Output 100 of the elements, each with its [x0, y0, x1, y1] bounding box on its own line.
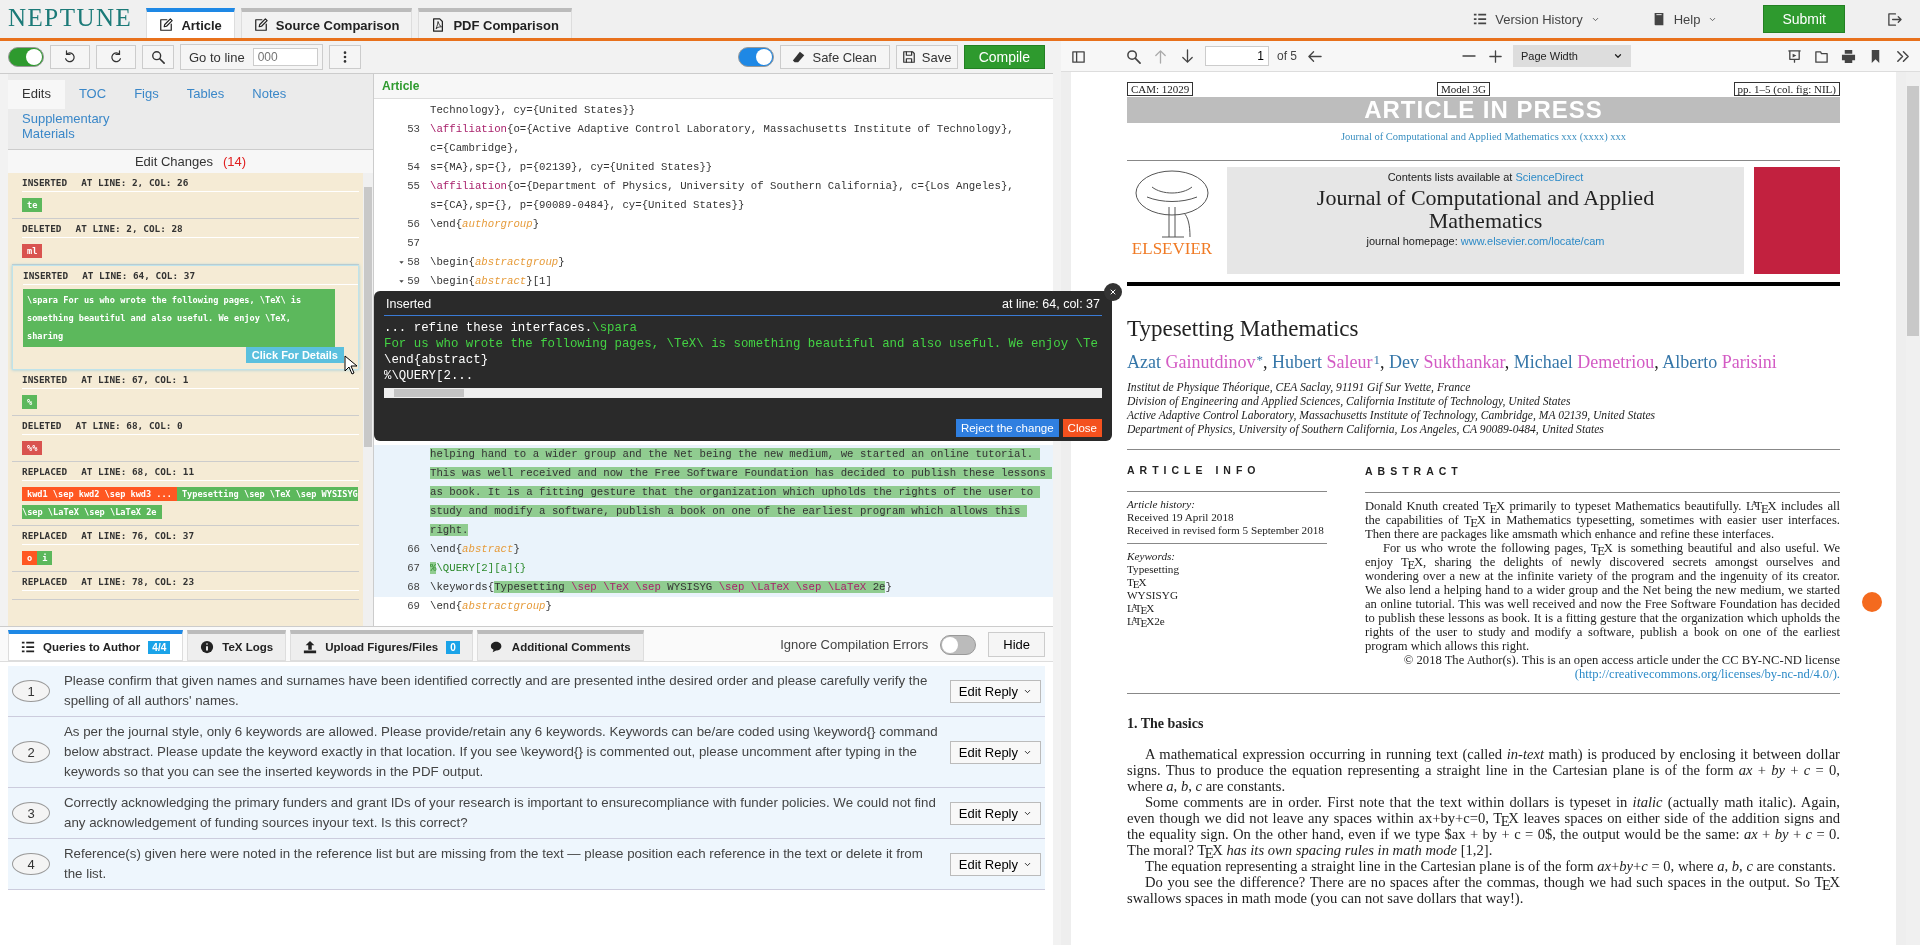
- homepage-line: journal homepage: www.elsevier.com/locate/cam: [1365, 235, 1606, 247]
- change-item[interactable]: INSERTED AT LINE: 2, COL: 26 te: [12, 173, 359, 219]
- publisher-name: ELSEVIER: [1131, 239, 1213, 259]
- change-item[interactable]: REPLACED AT LINE: 68, COL: 11 kwd1 \sep kwd2 \sep kwd3 ... Typesetting \sep \TeX \sep WYSISYG \sep \LaTeX \sep \LaTeX 2e: [12, 462, 359, 526]
- hide-button[interactable]: Hide: [988, 632, 1045, 657]
- line-number: 69: [407, 599, 420, 614]
- search-icon: [151, 50, 165, 64]
- comments-icon: [489, 640, 504, 654]
- license-link[interactable]: (http://creativecommons.org/licenses/by-nc-nd/4.0/).: [1574, 667, 1840, 681]
- line-number: 58: [407, 255, 420, 270]
- ignore-errors-label: Ignore Compilation Errors: [780, 637, 929, 652]
- affiliation: Department of Physics, University of Southern California, Los Angeles, CA 90089-0484, United States: [1127, 423, 1605, 437]
- panel-tab[interactable]: Additional Comments: [476, 630, 644, 661]
- pdf-file-icon: [431, 18, 446, 32]
- change-text: ml: [22, 244, 43, 258]
- line-number: 54: [407, 160, 420, 175]
- compile-button[interactable]: Compile: [963, 45, 1045, 69]
- history-label: Article history:: [1127, 498, 1197, 511]
- line-number: 53: [407, 122, 420, 137]
- printer-icon: [1841, 48, 1856, 64]
- code-line: For us who wrote the following pages, \TeX\ is something beautiful and also useful. We enjoy \Te: [384, 336, 1099, 352]
- fold-icon[interactable]: [398, 278, 406, 285]
- scrollbar[interactable]: [384, 388, 1102, 398]
- safe-clean-button[interactable]: Safe Clean: [779, 45, 890, 69]
- zoom-select[interactable]: Page Width: [1513, 45, 1631, 67]
- code-line: \affiliation{o={Department of Physics, University of Southern California}, c={Los Angeles}, s={CA},sp={}, p={90089-0484}, cy={United States}}: [430, 179, 1015, 213]
- toggle-switch[interactable]: [737, 47, 774, 67]
- document-tab[interactable]: Article: [146, 8, 235, 38]
- line-number: 56: [407, 217, 420, 232]
- edit-reply-button[interactable]: Edit Reply: [949, 852, 1041, 876]
- line-number: 66: [407, 542, 420, 557]
- code-line: \begin{abstract}[1]: [430, 274, 553, 289]
- change-type: REPLACED: [22, 576, 68, 587]
- panel-tab[interactable]: TeX Logs: [187, 630, 287, 661]
- change-type: INSERTED: [22, 177, 68, 188]
- line-number: 57: [407, 236, 420, 251]
- annotation-marker[interactable]: [1862, 592, 1882, 612]
- page-number-field[interactable]: 1: [1205, 46, 1269, 66]
- change-text: te: [22, 198, 43, 212]
- affiliation: Institut de Physique Théorique, CEA Saclay, 91191 Gif Sur Yvette, France: [1127, 381, 1472, 395]
- undo-button[interactable]: [50, 45, 90, 69]
- document-tab[interactable]: PDF Comparison: [418, 8, 572, 38]
- arrow-left-icon: [1307, 48, 1322, 64]
- scrollbar[interactable]: [363, 173, 373, 626]
- panel-tab[interactable]: Queries to Author 4/4: [8, 630, 184, 661]
- edit-icon: [159, 18, 174, 32]
- code-line: \end{abstract}: [430, 542, 521, 557]
- edit-reply-button[interactable]: Edit Reply: [949, 801, 1041, 825]
- menu-button[interactable]: Version History: [1467, 10, 1606, 28]
- folder-icon: [1814, 48, 1829, 64]
- affiliation: Division of Engineering and Applied Sciences, California Institute of Technology, United States: [1127, 395, 1572, 409]
- change-position: AT LINE: 2, COL: 28: [75, 223, 183, 234]
- count-badge: 0: [446, 640, 460, 654]
- code-line: \end{abstract}: [384, 352, 490, 368]
- query-text: Correctly acknowledging the primary funders and grant IDs of your research is important to ensurecompliance with funder policies. We could not find any acknowledgement of funding sources inyour text. Is this correct?: [64, 794, 937, 832]
- edit-reply-button[interactable]: Edit Reply: [949, 740, 1041, 764]
- search-button[interactable]: [142, 45, 174, 69]
- redo-button[interactable]: [96, 45, 136, 69]
- change-item[interactable]: DELETED AT LINE: 68, COL: 0 %%: [12, 416, 359, 462]
- fold-icon[interactable]: [398, 259, 406, 266]
- edit-changes-heading: Edit Changes: [134, 154, 213, 169]
- change-text: o: [22, 551, 38, 565]
- reject-change-button[interactable]: Reject the change: [955, 419, 1059, 437]
- change-type: REPLACED: [22, 466, 68, 477]
- eraser-icon: [792, 50, 807, 64]
- popup-title: Inserted: [386, 297, 432, 311]
- change-item[interactable]: INSERTED AT LINE: 67, COL: 1 %: [12, 370, 359, 416]
- section-title: 1. The basics: [1127, 716, 1205, 732]
- change-text: kwd1 \sep kwd2 \sep kwd3 ...: [22, 487, 177, 501]
- keywords-label: Keywords:: [1127, 550, 1177, 563]
- article-title: Typesetting Mathematics: [1127, 316, 1360, 342]
- count-badge: 4/4: [148, 640, 171, 654]
- line-number-field[interactable]: 000: [252, 48, 318, 66]
- code-line: ... refine these interfaces.\spara: [384, 320, 638, 336]
- plus-icon: [1488, 48, 1503, 64]
- save-button[interactable]: Save: [895, 45, 958, 69]
- affiliation: Active Adaptive Control Laboratory, Massachusetts Institute of Technology, Cambridge, MA 02139, United States: [1127, 409, 1657, 423]
- list-icon: [21, 640, 35, 654]
- document-tab[interactable]: Source Comparison: [240, 8, 413, 38]
- sidebar-tab[interactable]: Edits: [8, 80, 65, 109]
- submit-button[interactable]: Submit: [1763, 5, 1845, 33]
- query-text: Please confirm that given names and surnames have been identified correctly and are presented inthe desired order and please carefully verify the spelling of all authors' names.: [64, 672, 929, 710]
- change-item[interactable]: REPLACED AT LINE: 78, COL: 23: [12, 572, 359, 600]
- change-text: %: [22, 395, 38, 409]
- change-item[interactable]: REPLACED AT LINE: 76, COL: 37 o i: [12, 526, 359, 572]
- editor-title: Article: [374, 74, 1053, 99]
- history-entry: Received in revised form 5 September 2018: [1127, 524, 1325, 537]
- toggle-switch[interactable]: [8, 47, 44, 67]
- panel-tab[interactable]: Upload Figures/Files 0: [290, 630, 473, 661]
- change-type: DELETED: [22, 223, 62, 234]
- search-icon: [1126, 48, 1141, 64]
- query-number: 3: [12, 802, 50, 824]
- menu-button[interactable]: Help: [1645, 10, 1724, 28]
- contents-line: Contents lists available at ScienceDirect: [1386, 171, 1585, 183]
- change-text: \spara For us who wrote the following pages, \TeX\ is something beautiful and also useful. We enjoy \TeX, sharing: [23, 289, 335, 347]
- history-entry: Received 19 April 2018: [1127, 511, 1235, 524]
- minus-icon: [1462, 55, 1476, 57]
- toggle-switch[interactable]: [940, 634, 977, 655]
- change-text: i: [37, 551, 53, 565]
- edit-reply-button[interactable]: Edit Reply: [949, 679, 1041, 703]
